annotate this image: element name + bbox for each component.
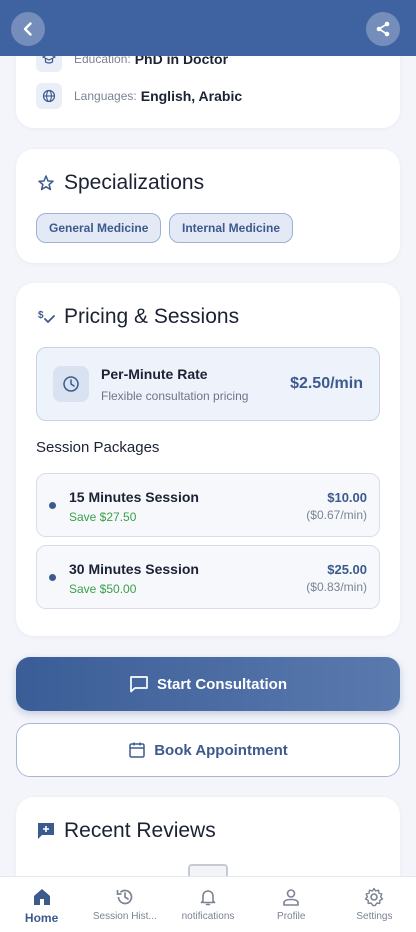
package-per-minute: ($0.83/min) xyxy=(306,580,367,594)
package-price: $10.00 xyxy=(327,490,367,505)
star-outline-icon xyxy=(36,173,56,193)
nav-notifications[interactable]: notifications xyxy=(166,877,249,932)
rate-review-icon xyxy=(36,821,56,841)
arrow-back-icon xyxy=(23,22,32,36)
specialization-chip[interactable]: General Medicine xyxy=(36,213,162,243)
bullet-dot xyxy=(49,502,56,509)
nav-session-history-label: Session Hist... xyxy=(92,911,157,922)
package-price: $25.00 xyxy=(327,562,367,577)
languages-value: English, Arabic xyxy=(140,88,243,104)
package-item[interactable]: 15 Minutes Session Save $27.50 $10.00 ($… xyxy=(36,473,380,537)
package-item[interactable]: 30 Minutes Session Save $50.00 $25.00 ($… xyxy=(36,545,380,609)
bullet-dot xyxy=(49,574,56,581)
chat-icon xyxy=(129,675,149,693)
nav-profile[interactable]: Profile xyxy=(250,877,333,932)
home-icon xyxy=(33,889,50,905)
calendar-icon xyxy=(128,741,146,759)
reviews-heading: Recent Reviews xyxy=(36,819,216,843)
specializations-card: Specializations General Medicine Interna… xyxy=(16,149,400,263)
rate-subtitle: Flexible consultation pricing xyxy=(101,389,249,403)
package-name: 15 Minutes Session xyxy=(69,489,199,505)
package-name: 30 Minutes Session xyxy=(69,561,199,577)
package-save: Save $27.50 xyxy=(69,510,137,524)
person-icon xyxy=(283,889,300,906)
nav-settings-label: Settings xyxy=(356,911,393,922)
pricing-title: Pricing & Sessions xyxy=(64,305,240,328)
top-app-bar xyxy=(0,0,416,56)
book-appointment-button[interactable]: Book Appointment xyxy=(16,723,400,777)
nav-home[interactable]: Home xyxy=(0,877,83,932)
share-icon xyxy=(376,21,390,37)
nav-home-label: Home xyxy=(24,911,59,925)
specializations-title: Specializations xyxy=(64,171,205,194)
specializations-heading: Specializations xyxy=(36,171,204,195)
history-icon xyxy=(116,889,133,905)
nav-session-history[interactable]: Session Hist... xyxy=(83,877,166,932)
price-check-icon: $ xyxy=(36,307,56,327)
package-per-minute: ($0.67/min) xyxy=(306,508,367,522)
book-appointment-label: Book Appointment xyxy=(154,741,288,759)
globe-icon xyxy=(36,83,62,109)
start-consultation-button[interactable]: Start Consultation xyxy=(16,657,400,711)
bell-icon xyxy=(200,890,216,906)
rate-price: $2.50/min xyxy=(290,375,363,392)
start-consultation-label: Start Consultation xyxy=(157,675,287,693)
share-button[interactable] xyxy=(366,12,400,46)
packages-title: Session Packages xyxy=(36,439,160,456)
rate-title: Per-Minute Rate xyxy=(101,366,208,382)
clock-icon xyxy=(53,366,89,402)
nav-profile-label: Profile xyxy=(277,911,306,922)
reviews-title: Recent Reviews xyxy=(64,819,216,842)
bottom-navigation: Home Session Hist... notifications Profi… xyxy=(0,876,416,932)
pricing-heading: $ Pricing & Sessions xyxy=(36,305,239,329)
back-button[interactable] xyxy=(11,12,45,46)
gear-icon xyxy=(365,887,384,907)
per-minute-rate-box: Per-Minute Rate Flexible consultation pr… xyxy=(36,347,380,421)
nav-settings[interactable]: Settings xyxy=(333,877,416,932)
pricing-card: $ Pricing & Sessions Per-Minute Rate Fle… xyxy=(16,283,400,636)
languages-row: Languages: English, Arabic xyxy=(36,83,242,109)
nav-notifications-label: notifications xyxy=(181,911,235,922)
svg-text:$: $ xyxy=(38,310,44,321)
languages-label: Languages: xyxy=(74,89,137,103)
package-save: Save $50.00 xyxy=(69,582,137,596)
specialization-chip[interactable]: Internal Medicine xyxy=(169,213,294,243)
